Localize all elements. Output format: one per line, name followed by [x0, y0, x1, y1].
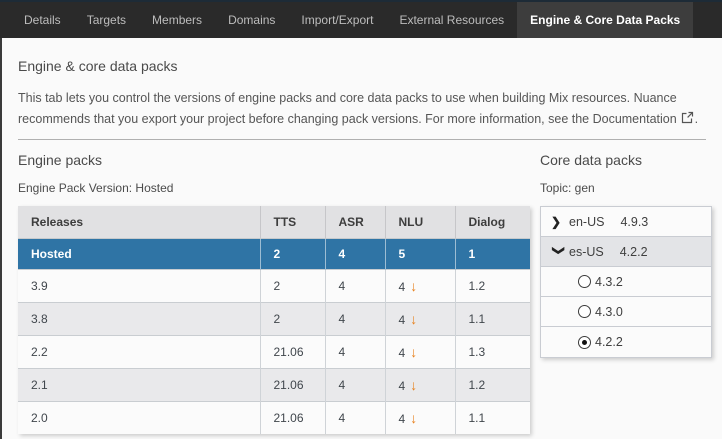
asr-cell: 4 [324, 238, 385, 270]
nlu-cell: 4 ↓ [384, 269, 455, 303]
locale-name: es-US [569, 244, 604, 259]
core-data-packs-title: Core data packs [540, 152, 642, 168]
tts-cell: 21.06 [259, 401, 325, 434]
column-header-asr: ASR [324, 206, 385, 239]
column-header-dialog: Dialog [454, 206, 530, 239]
dialog-cell: 1 [454, 238, 530, 270]
tts-cell: 2 [259, 238, 325, 270]
downgrade-arrow-icon: ↓ [410, 377, 418, 393]
release-cell: 3.9 [18, 269, 260, 303]
downgrade-arrow-icon: ↓ [410, 410, 418, 426]
version-option-label: 4.2.2 [595, 335, 623, 349]
nlu-value: 4 [398, 412, 406, 426]
release-row-2.0[interactable]: 2.0 21.06 4 4 ↓ 1.1 [18, 401, 530, 434]
tab-engine-core-data-packs[interactable]: Engine & Core Data Packs [517, 2, 694, 38]
page-description: This tab lets you control the versions o… [18, 88, 708, 130]
nlu-value: 5 [398, 247, 406, 261]
release-row-3.8[interactable]: 3.8 2 4 4 ↓ 1.1 [18, 302, 530, 336]
asr-cell: 4 [324, 335, 385, 369]
radio-4.3.0[interactable] [578, 305, 591, 318]
nlu-value: 4 [398, 379, 406, 393]
column-header-nlu: NLU [384, 206, 455, 239]
release-cell: Hosted [18, 238, 260, 270]
tab-domains[interactable]: Domains [215, 2, 288, 38]
dialog-cell: 1.2 [454, 269, 530, 303]
nlu-value: 4 [398, 280, 406, 294]
downgrade-arrow-icon: ↓ [410, 278, 418, 294]
dialog-cell: 1.3 [454, 335, 530, 369]
external-link-icon [681, 111, 693, 124]
column-header-tts: TTS [259, 206, 325, 239]
core-data-packs-section: Core data packs Topic: gen ❯ en-US 4.9.3 ❯ e… [540, 152, 712, 434]
version-option-4.2.2[interactable]: 4.2.2 [541, 327, 711, 357]
locale-version: 4.9.3 [620, 214, 649, 229]
tts-cell: 21.06 [259, 368, 325, 402]
tts-cell: 2 [259, 269, 325, 303]
locale-row-en-us[interactable]: ❯ en-US 4.9.3 [541, 207, 711, 237]
engine-table-header-row: Releases TTS ASR NLU Dialog [18, 206, 530, 239]
engine-packs-title: Engine packs [18, 152, 103, 168]
downgrade-arrow-icon: ↓ [410, 344, 418, 360]
tts-cell: 21.06 [259, 335, 325, 369]
tab-targets[interactable]: Targets [74, 2, 139, 38]
chevron-right-icon: ❯ [551, 214, 562, 229]
release-cell: 3.8 [18, 302, 260, 336]
section-divider [18, 139, 706, 140]
release-row-3.9[interactable]: 3.9 2 4 4 ↓ 1.2 [18, 269, 530, 303]
release-row-2.1[interactable]: 2.1 21.06 4 4 ↓ 1.2 [18, 368, 530, 402]
asr-cell: 4 [324, 368, 385, 402]
tts-cell: 2 [259, 302, 325, 336]
release-cell: 2.2 [18, 335, 260, 369]
nlu-cell: 5 [384, 238, 455, 270]
version-option-label: 4.3.0 [595, 304, 623, 319]
topic-label: Topic: gen [540, 181, 595, 195]
nlu-cell: 4 ↓ [384, 368, 455, 402]
asr-cell: 4 [324, 269, 385, 303]
page-title: Engine & core data packs [18, 58, 178, 74]
engine-table-body: Hosted 2 4 5 1 3.9 2 4 4 ↓ 1.2 3.8 2 4 4 ↓ 1.1 2.2 21.06 4 4… [18, 238, 530, 434]
description-text: This tab lets you control the versions o… [18, 91, 677, 126]
tab-members[interactable]: Members [139, 2, 215, 38]
tab-panel-engine-core-data-packs: Engine & core data packs This tab lets y… [0, 38, 722, 439]
engine-packs-table-wrap: Releases TTS ASR NLU Dialog Hosted 2 4 5 1 3.9 2 4 4… [18, 206, 530, 434]
nlu-cell: 4 ↓ [384, 335, 455, 369]
engine-pack-version-label: Engine Pack Version: Hosted [18, 181, 174, 195]
nlu-cell: 4 ↓ [384, 401, 455, 434]
version-option-4.3.2[interactable]: 4.3.2 [541, 267, 711, 297]
dialog-cell: 1.1 [454, 302, 530, 336]
locale-version: 4.2.2 [619, 244, 648, 259]
nlu-value: 4 [398, 346, 406, 360]
tab-external-resources[interactable]: External Resources [386, 2, 517, 38]
dialog-cell: 1.1 [454, 401, 530, 434]
release-cell: 2.1 [18, 368, 260, 402]
documentation-link[interactable]: Documentation [593, 112, 677, 126]
radio-4.3.2[interactable] [578, 275, 591, 288]
tab-details[interactable]: Details [11, 2, 74, 38]
version-option-label: 4.3.2 [595, 274, 623, 289]
engine-packs-table: Releases TTS ASR NLU Dialog Hosted 2 4 5 1 3.9 2 4 4… [18, 206, 530, 434]
dialog-cell: 1.2 [454, 368, 530, 402]
description-suffix: . [694, 112, 699, 126]
radio-4.2.2[interactable] [578, 335, 591, 349]
tab-bar: Details Targets Members Domains Import/Expor… [0, 2, 722, 38]
nlu-cell: 4 ↓ [384, 302, 455, 336]
chevron-down-icon: ❯ [551, 245, 566, 256]
column-header-releases: Releases [18, 206, 260, 239]
release-cell: 2.0 [18, 401, 260, 434]
asr-cell: 4 [324, 302, 385, 336]
asr-cell: 4 [324, 401, 385, 434]
core-data-pack-list: ❯ en-US 4.9.3 ❯ es-US 4.2.2 4.3.2 4.3.0 4.2.2 [540, 206, 712, 358]
release-row-2.2[interactable]: 2.2 21.06 4 4 ↓ 1.3 [18, 335, 530, 369]
locale-name: en-US [569, 214, 605, 229]
downgrade-arrow-icon: ↓ [410, 311, 418, 327]
nlu-value: 4 [398, 313, 406, 327]
version-option-4.3.0[interactable]: 4.3.0 [541, 297, 711, 327]
tab-import-export[interactable]: Import/Export [288, 2, 386, 38]
locale-row-es-us[interactable]: ❯ es-US 4.2.2 [541, 237, 711, 267]
engine-packs-section: Engine packs Engine Pack Version: Hosted… [18, 152, 530, 434]
release-row-hosted[interactable]: Hosted 2 4 5 1 [18, 238, 530, 270]
